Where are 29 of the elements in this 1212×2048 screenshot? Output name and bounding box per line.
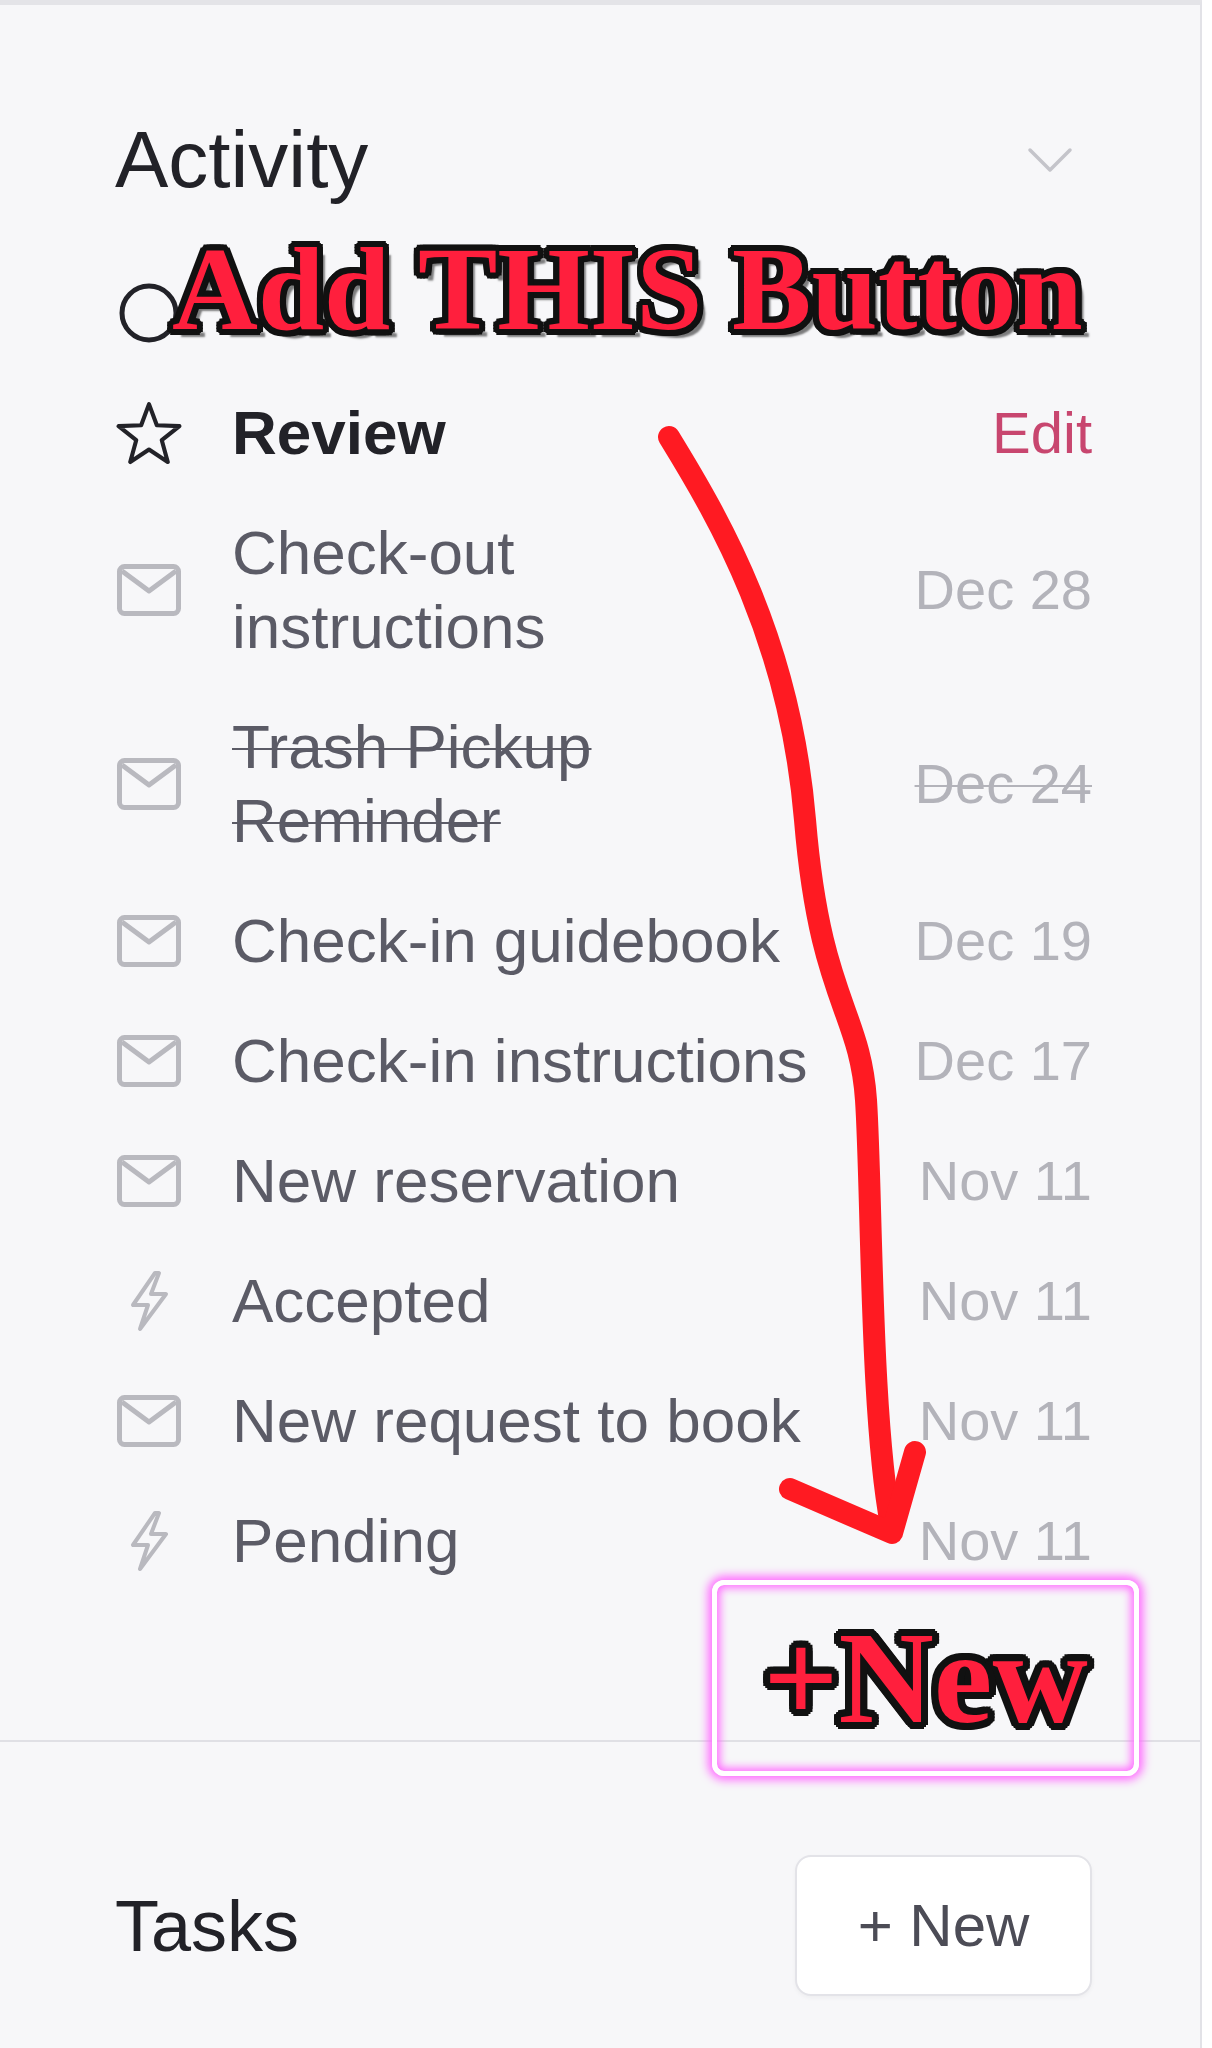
star-icon [116, 401, 182, 465]
activity-title: Review [232, 397, 446, 469]
new-task-button[interactable]: + New [795, 1855, 1092, 1996]
activity-date: Dec 17 [914, 1028, 1092, 1094]
envelope-icon [117, 1035, 181, 1087]
activity-title: Check-out instructions [232, 517, 546, 663]
envelope-icon [117, 758, 181, 810]
activity-title: New request to book [232, 1385, 801, 1457]
envelope-icon [117, 915, 181, 967]
activity-date: Nov 11 [918, 1148, 1092, 1214]
activity-title: Check-in instructions [232, 1025, 808, 1097]
activity-date: Nov 11 [918, 1268, 1092, 1334]
activity-date: Dec 24 [914, 751, 1092, 817]
envelope-icon [117, 1155, 181, 1207]
activity-title: Accepted [232, 1265, 491, 1337]
activity-date: Nov 11 [918, 1508, 1092, 1574]
activity-title: Check-in guidebook [232, 905, 780, 977]
envelope-icon [117, 564, 181, 616]
edit-link[interactable]: Edit [992, 396, 1092, 470]
activity-date: Dec 28 [914, 557, 1092, 623]
chevron-icon[interactable] [1027, 147, 1073, 173]
activity-title: Trash Pickup Reminder [232, 711, 592, 857]
envelope-icon [117, 1395, 181, 1447]
section-title: Tasks [115, 1884, 300, 1968]
activity-date: Nov 11 [918, 1388, 1092, 1454]
section-title: Activity [115, 114, 369, 206]
activity-date: Dec 19 [914, 908, 1092, 974]
activity-title: Pending [232, 1505, 460, 1577]
activity-title: New reservation [232, 1145, 680, 1217]
